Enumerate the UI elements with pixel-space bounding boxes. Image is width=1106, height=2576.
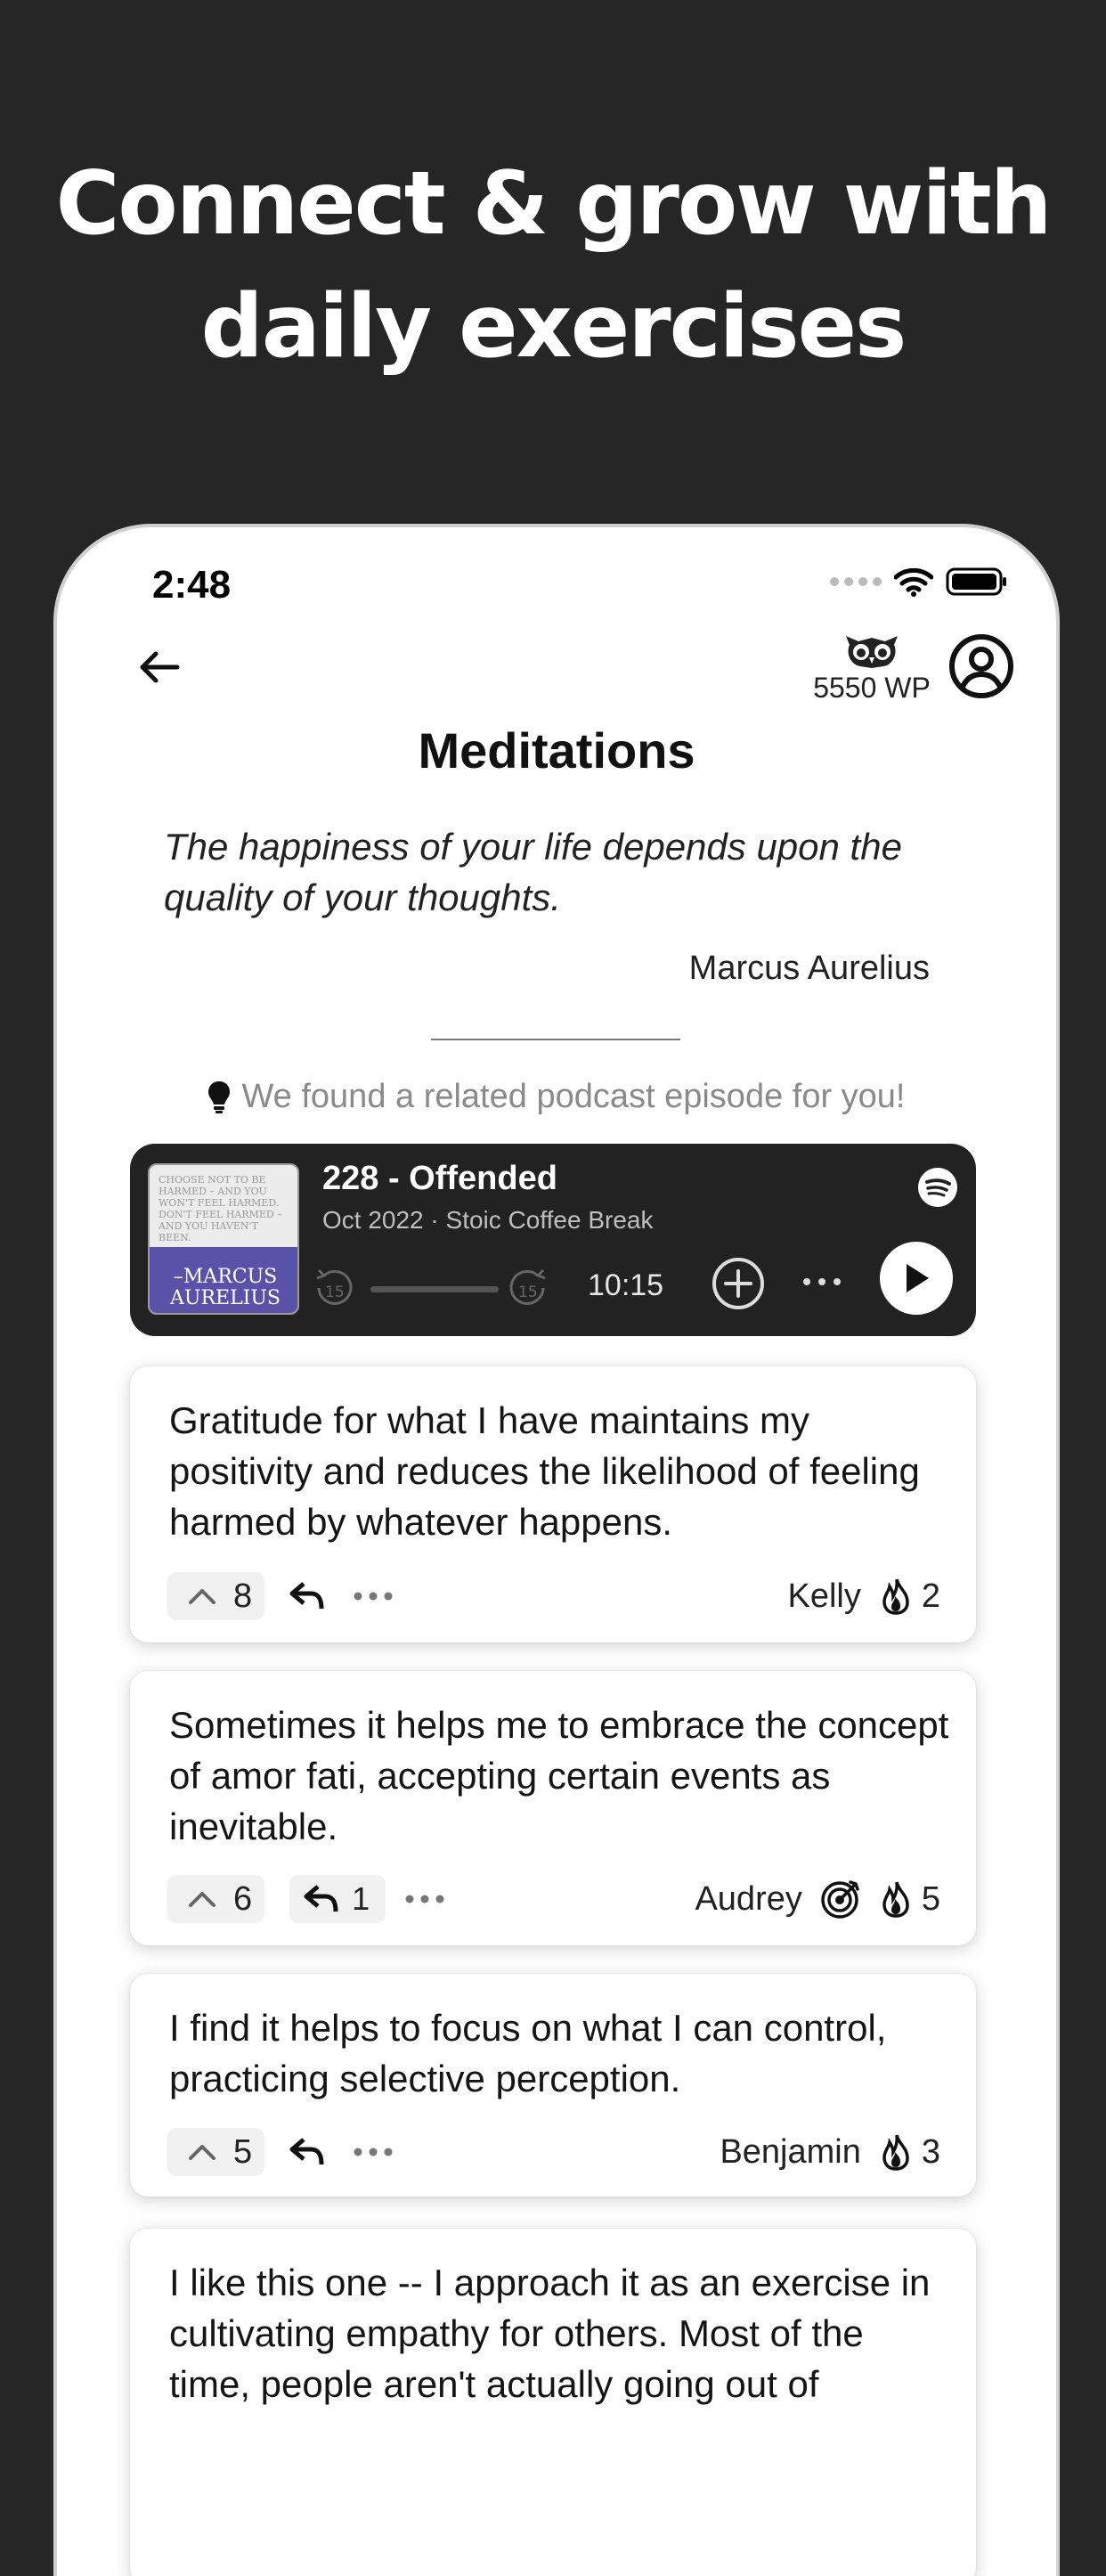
profile-button[interactable] xyxy=(947,632,1015,700)
response-text: I find it helps to focus on what I can c… xyxy=(169,2007,887,2099)
more-button[interactable] xyxy=(352,2128,394,2176)
reply-button[interactable] xyxy=(289,1572,325,1620)
cover-author: –MARCUS AURELIUS xyxy=(170,1266,281,1309)
streak-count: 2 xyxy=(921,1577,940,1615)
quote-author: Marcus Aurelius xyxy=(688,950,930,987)
response-text: I like this one -- I approach it as an e… xyxy=(169,2262,931,2405)
response-card[interactable]: I like this one -- I approach it as an e… xyxy=(130,2229,976,2576)
upvote-button[interactable]: 6 xyxy=(167,1875,265,1923)
cover-quote: CHOOSE NOT TO BE HARMED – AND YOU WON'T … xyxy=(159,1174,282,1243)
battery-icon xyxy=(946,567,1006,596)
back-arrow-icon xyxy=(140,651,180,683)
signal-icon xyxy=(830,577,882,586)
show-name: Stoic Coffee Break xyxy=(445,1206,654,1234)
podcast-hint-text: We found a related podcast episode for y… xyxy=(241,1078,906,1115)
streak-count: 5 xyxy=(921,1879,940,1918)
add-circle-icon[interactable] xyxy=(711,1256,766,1311)
response-text: Sometimes it helps me to embrace the con… xyxy=(169,1704,949,1847)
wp-label: 5550 WP xyxy=(813,672,931,704)
skip-back-icon[interactable]: 15 xyxy=(313,1267,356,1309)
skip-forward-icon[interactable]: 15 xyxy=(506,1267,549,1309)
upvote-button[interactable]: 8 xyxy=(167,1572,265,1620)
headline-line-1: Connect & grow with xyxy=(55,153,1052,255)
upvote-icon xyxy=(189,1892,216,1907)
quote-text: The happiness of your life depends upon … xyxy=(164,826,902,918)
response-author[interactable]: Kelly xyxy=(787,1577,860,1616)
fire-icon xyxy=(882,1881,909,1918)
response-card[interactable]: Sometimes it helps me to embrace the con… xyxy=(130,1671,976,1945)
streak-badge: 3 xyxy=(881,2133,940,2172)
headline-line-2: daily exercises xyxy=(200,276,907,378)
spotify-icon[interactable] xyxy=(917,1167,958,1208)
upvote-icon xyxy=(189,2145,216,2160)
more-button[interactable] xyxy=(403,1875,446,1923)
response-author[interactable]: Audrey xyxy=(695,1880,801,1919)
episode-meta: Oct 2022 · Stoic Coffee Break xyxy=(322,1206,653,1235)
more-icon xyxy=(354,1592,393,1601)
reply-icon xyxy=(289,1582,324,1610)
more-icon[interactable] xyxy=(800,1259,844,1304)
podcast-cover: CHOOSE NOT TO BE HARMED – AND YOU WON'T … xyxy=(148,1163,299,1315)
svg-text:15: 15 xyxy=(518,1284,538,1301)
fire-icon xyxy=(882,1578,909,1615)
streak-badge: 5 xyxy=(881,1880,940,1919)
status-icons xyxy=(830,559,1008,604)
wisdom-points[interactable]: 5550 WP xyxy=(805,632,939,705)
lightbulb-icon xyxy=(208,1080,231,1113)
response-actions: 8 Kelly 2 xyxy=(167,1571,940,1621)
back-button[interactable] xyxy=(126,634,192,700)
status-time: 2:48 xyxy=(152,563,232,607)
seek-bar[interactable] xyxy=(370,1286,499,1292)
wifi-icon xyxy=(894,567,933,597)
streak-count: 3 xyxy=(921,2132,940,2171)
episode-duration: 10:15 xyxy=(588,1268,664,1302)
podcast-card[interactable]: CHOOSE NOT TO BE HARMED – AND YOU WON'T … xyxy=(130,1144,976,1336)
profile-icon xyxy=(949,634,1013,698)
episode-title: 228 - Offended xyxy=(322,1160,557,1197)
vote-count: 5 xyxy=(233,2132,253,2171)
more-icon xyxy=(354,2148,393,2156)
reply-icon xyxy=(304,1885,338,1912)
fire-icon xyxy=(882,2134,909,2171)
response-card[interactable]: I find it helps to focus on what I can c… xyxy=(130,1974,976,2197)
streak-badge: 2 xyxy=(881,1577,940,1616)
reply-button[interactable] xyxy=(289,2128,325,2176)
headline: Connect & grow with daily exercises xyxy=(0,143,1106,388)
phone-screen: 2:48 5550 WP Meditations The happiness o… xyxy=(53,524,1060,2576)
response-card[interactable]: Gratitude for what I have maintains my p… xyxy=(130,1366,976,1643)
page-title: Meditations xyxy=(418,722,695,779)
response-actions: 6 1 Audrey 5 xyxy=(167,1874,940,1924)
play-icon xyxy=(907,1264,929,1292)
meta-separator: · xyxy=(430,1206,439,1234)
response-text: Gratitude for what I have maintains my p… xyxy=(169,1399,920,1543)
more-button[interactable] xyxy=(352,1572,394,1620)
episode-date: Oct 2022 xyxy=(322,1206,424,1234)
reply-count: 1 xyxy=(352,1880,370,1917)
upvote-button[interactable]: 5 xyxy=(167,2128,265,2176)
upvote-icon xyxy=(189,1589,216,1604)
response-author[interactable]: Benjamin xyxy=(720,2133,860,2172)
svg-text:15: 15 xyxy=(325,1284,345,1301)
divider xyxy=(431,1039,680,1040)
play-button[interactable] xyxy=(880,1242,953,1315)
reply-icon xyxy=(289,2138,324,2165)
vote-count: 8 xyxy=(233,1577,253,1615)
vote-count: 6 xyxy=(233,1879,253,1918)
owl-icon xyxy=(846,636,898,668)
reply-button[interactable]: 1 xyxy=(289,1875,386,1923)
response-actions: 5 Benjamin 3 xyxy=(167,2127,940,2177)
more-icon xyxy=(405,1895,444,1903)
podcast-hint: We found a related podcast episode for y… xyxy=(57,1078,1056,1116)
target-icon xyxy=(821,1880,859,1919)
